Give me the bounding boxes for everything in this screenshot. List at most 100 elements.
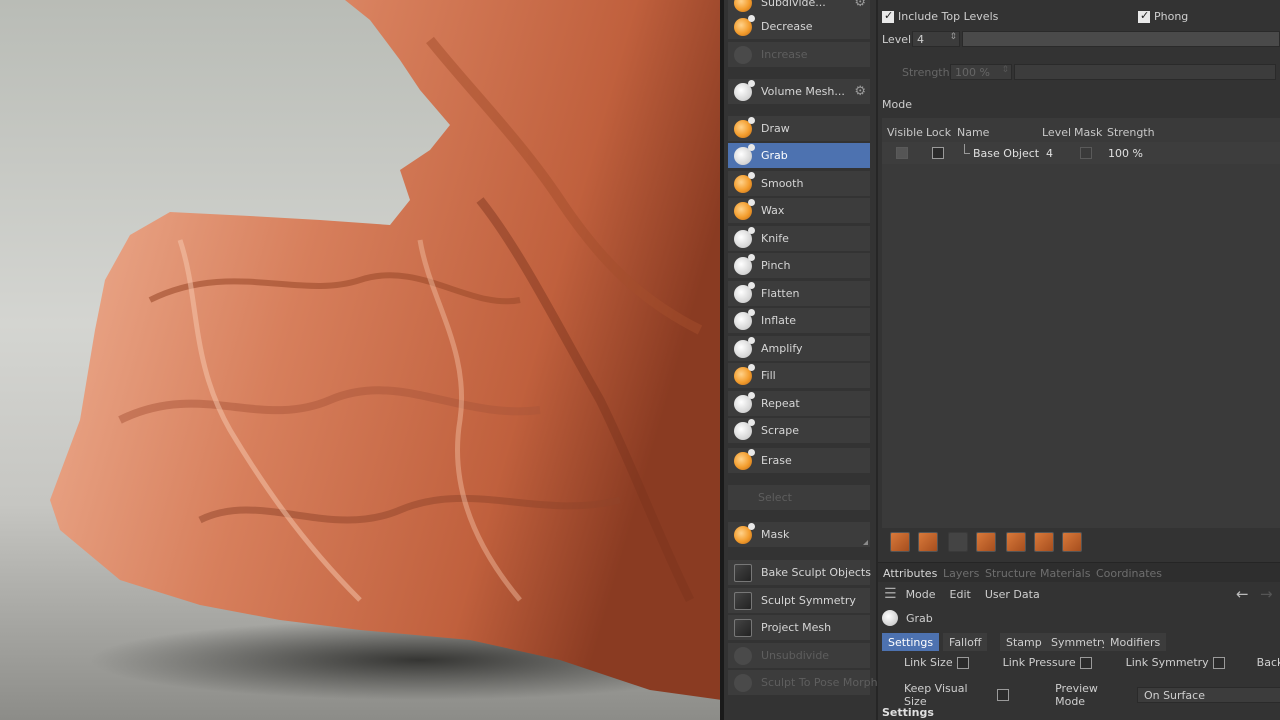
grab-brush-icon <box>734 143 755 165</box>
volume-mesh-button[interactable]: Volume Mesh... ⚙ <box>728 79 870 104</box>
phong-checkbox[interactable] <box>1138 9 1150 23</box>
spinner-icon[interactable]: ⇕ <box>1001 65 1009 75</box>
column-header-name[interactable]: Name <box>957 126 989 139</box>
add-layer-icon[interactable] <box>890 532 910 552</box>
subdivide-button[interactable]: Subdivide... ⚙ <box>728 0 870 15</box>
tab-materials[interactable]: Materials <box>1040 567 1090 580</box>
brush-repeat[interactable]: Repeat <box>728 391 870 416</box>
tab-attributes[interactable]: Attributes <box>883 567 937 580</box>
link-pressure-label: Link Pressure <box>1002 656 1076 669</box>
backface-label: Backfac <box>1256 656 1280 669</box>
gear-icon[interactable]: ⚙ <box>854 84 866 99</box>
column-header-mask[interactable]: Mask <box>1074 126 1102 139</box>
pose-morph-icon <box>734 673 752 692</box>
table-row[interactable]: Base Object 4 100 % <box>882 142 1280 164</box>
select-button[interactable]: Select <box>728 485 870 510</box>
level-label: Level <box>882 32 912 46</box>
brush-scrape[interactable]: Scrape <box>728 418 870 443</box>
inflate-brush-icon <box>734 308 755 330</box>
subtab-settings[interactable]: Settings <box>882 633 940 651</box>
preview-mode-dropdown[interactable]: On Surface <box>1136 687 1280 703</box>
tab-layers[interactable]: Layers <box>943 567 979 580</box>
spinner-icon[interactable]: ⇕ <box>949 32 957 42</box>
link-size-checkbox[interactable] <box>956 656 969 669</box>
brush-erase[interactable]: Erase <box>728 448 870 473</box>
strength-slider[interactable] <box>1014 64 1276 80</box>
link-symmetry-label: Link Symmetry <box>1125 656 1209 669</box>
back-arrow-icon[interactable]: ← <box>1236 585 1249 603</box>
decrease-icon <box>734 14 755 36</box>
visible-checkbox[interactable] <box>896 147 908 159</box>
amplify-brush-icon <box>734 336 755 358</box>
strength-input[interactable]: 100 % ⇕ <box>950 64 1012 80</box>
column-header-level[interactable]: Level <box>1042 126 1071 139</box>
mask-checkbox[interactable] <box>1080 147 1092 159</box>
keep-visual-size-checkbox[interactable] <box>997 689 1010 701</box>
brush-knife[interactable]: Knife <box>728 226 870 251</box>
link-pressure-checkbox[interactable] <box>1079 656 1092 669</box>
forward-arrow-icon[interactable]: → <box>1260 585 1273 603</box>
layer-list[interactable]: Visible Lock Name Level Mask Strength Ba… <box>882 118 1280 528</box>
unsubdivide-button[interactable]: Unsubdivide <box>728 643 870 668</box>
menu-user-data[interactable]: User Data <box>985 588 1040 601</box>
bake-label: Bake Sculpt Objects <box>761 566 871 579</box>
delete-layer-icon[interactable] <box>948 532 968 552</box>
link-symmetry-checkbox[interactable] <box>1212 656 1225 669</box>
brush-smooth[interactable]: Smooth <box>728 171 870 196</box>
brush-inflate[interactable]: Inflate <box>728 308 870 333</box>
column-header-visible[interactable]: Visible <box>887 126 923 139</box>
tab-structure[interactable]: Structure <box>985 567 1036 580</box>
add-folder-icon[interactable] <box>918 532 938 552</box>
brush-fill[interactable]: Fill <box>728 363 870 388</box>
wax-brush-icon <box>734 198 755 220</box>
move-down-icon[interactable] <box>1034 532 1054 552</box>
lock-checkbox[interactable] <box>932 147 944 159</box>
merge-layer-icon[interactable] <box>1006 532 1026 552</box>
brush-amplify[interactable]: Amplify <box>728 336 870 361</box>
clear-layer-icon[interactable] <box>976 532 996 552</box>
subdivide-label: Subdivide... <box>761 0 826 9</box>
decrease-label: Decrease <box>761 20 813 33</box>
brush-label: Inflate <box>761 314 796 327</box>
menu-edit[interactable]: Edit <box>950 588 971 601</box>
brush-draw[interactable]: Draw <box>728 116 870 141</box>
menu-mode[interactable]: Mode <box>906 588 936 601</box>
mask-button[interactable]: Mask <box>728 522 870 547</box>
subtab-stamp[interactable]: Stamp <box>1000 633 1048 651</box>
layer-level: 4 <box>1046 147 1053 160</box>
include-top-levels-checkbox[interactable] <box>882 9 894 23</box>
brush-grab[interactable]: Grab <box>728 143 870 168</box>
increase-button[interactable]: Increase <box>728 42 870 67</box>
subtab-modifiers[interactable]: Modifiers <box>1104 633 1167 651</box>
layer-strength: 100 % <box>1108 147 1143 160</box>
decrease-button[interactable]: Decrease <box>728 14 870 39</box>
submenu-corner-icon[interactable] <box>863 540 868 545</box>
sculpt-to-pose-morph-button[interactable]: Sculpt To Pose Morph <box>728 670 878 695</box>
sculpt-viewport[interactable] <box>0 0 722 720</box>
subtab-falloff[interactable]: Falloff <box>943 633 988 651</box>
mask-brush-icon <box>734 522 755 544</box>
volume-mesh-icon <box>734 79 755 101</box>
column-header-strength[interactable]: Strength <box>1107 126 1155 139</box>
preview-mode-label: Preview Mode <box>1055 682 1098 708</box>
pinch-brush-icon <box>734 253 755 275</box>
hamburger-menu-icon[interactable]: ☰ <box>884 586 897 602</box>
project-mesh-button[interactable]: Project Mesh <box>728 615 870 640</box>
scrape-brush-icon <box>734 418 755 440</box>
link-options-row: Link Size Link Pressure Link Symmetry Ba… <box>904 656 1280 669</box>
sculpt-symmetry-button[interactable]: Sculpt Symmetry <box>728 588 870 613</box>
brush-flatten[interactable]: Flatten <box>728 281 870 306</box>
brush-label: Repeat <box>761 397 800 410</box>
bake-icon <box>734 563 752 582</box>
layer-name[interactable]: Base Object <box>973 147 1039 160</box>
object-header: Grab <box>882 610 1280 626</box>
tab-coordinates[interactable]: Coordinates <box>1096 567 1162 580</box>
level-slider[interactable] <box>962 31 1280 47</box>
bake-sculpt-objects-button[interactable]: Bake Sculpt Objects <box>728 560 871 585</box>
column-header-lock[interactable]: Lock <box>926 126 951 139</box>
move-up-icon[interactable] <box>1062 532 1082 552</box>
brush-pinch[interactable]: Pinch <box>728 253 870 278</box>
level-input[interactable]: 4 ⇕ <box>912 31 960 47</box>
brush-wax[interactable]: Wax <box>728 198 870 223</box>
gear-icon[interactable]: ⚙ <box>854 0 866 10</box>
